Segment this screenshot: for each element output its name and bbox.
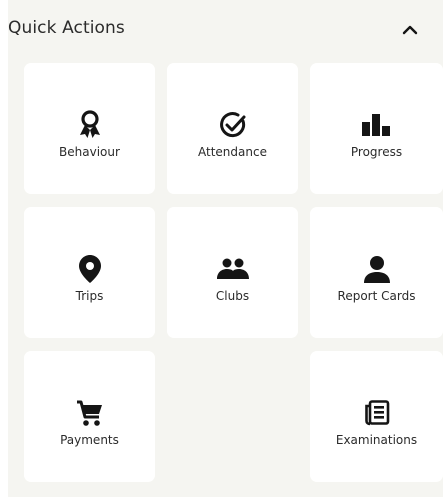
quick-actions-panel: Quick Actions Behaviour Attendance Progr… (8, 0, 443, 497)
action-label: Report Cards (337, 289, 416, 303)
panel-title: Quick Actions (8, 18, 125, 38)
collapse-button[interactable] (396, 18, 424, 42)
action-label: Examinations (335, 433, 418, 447)
action-tile-clubs[interactable]: Clubs (167, 207, 298, 338)
newspaper-icon (361, 397, 393, 429)
action-label: Clubs (215, 289, 250, 303)
action-label: Payments (60, 433, 119, 447)
action-label: Progress (350, 145, 403, 159)
award-ribbon-icon (74, 109, 106, 141)
action-tile-behaviour[interactable]: Behaviour (24, 63, 155, 194)
group-people-icon (216, 253, 249, 285)
action-tile-trips[interactable]: Trips (24, 207, 155, 338)
action-tile-attendance[interactable]: Attendance (167, 63, 298, 194)
person-icon (361, 253, 393, 285)
check-circle-icon (217, 109, 249, 141)
map-pin-icon (74, 253, 106, 285)
action-tile-examinations[interactable]: Examinations (310, 351, 443, 482)
shopping-cart-icon (74, 397, 106, 429)
panel-header: Quick Actions (8, 0, 443, 62)
action-label: Attendance (198, 145, 267, 159)
chevron-up-icon (402, 25, 418, 35)
action-label: Behaviour (59, 145, 120, 159)
action-tile-progress[interactable]: Progress (310, 63, 443, 194)
action-tile-report-cards[interactable]: Report Cards (310, 207, 443, 338)
action-label: Trips (75, 289, 104, 303)
action-tile-payments[interactable]: Payments (24, 351, 155, 482)
podium-bars-icon (361, 109, 393, 141)
